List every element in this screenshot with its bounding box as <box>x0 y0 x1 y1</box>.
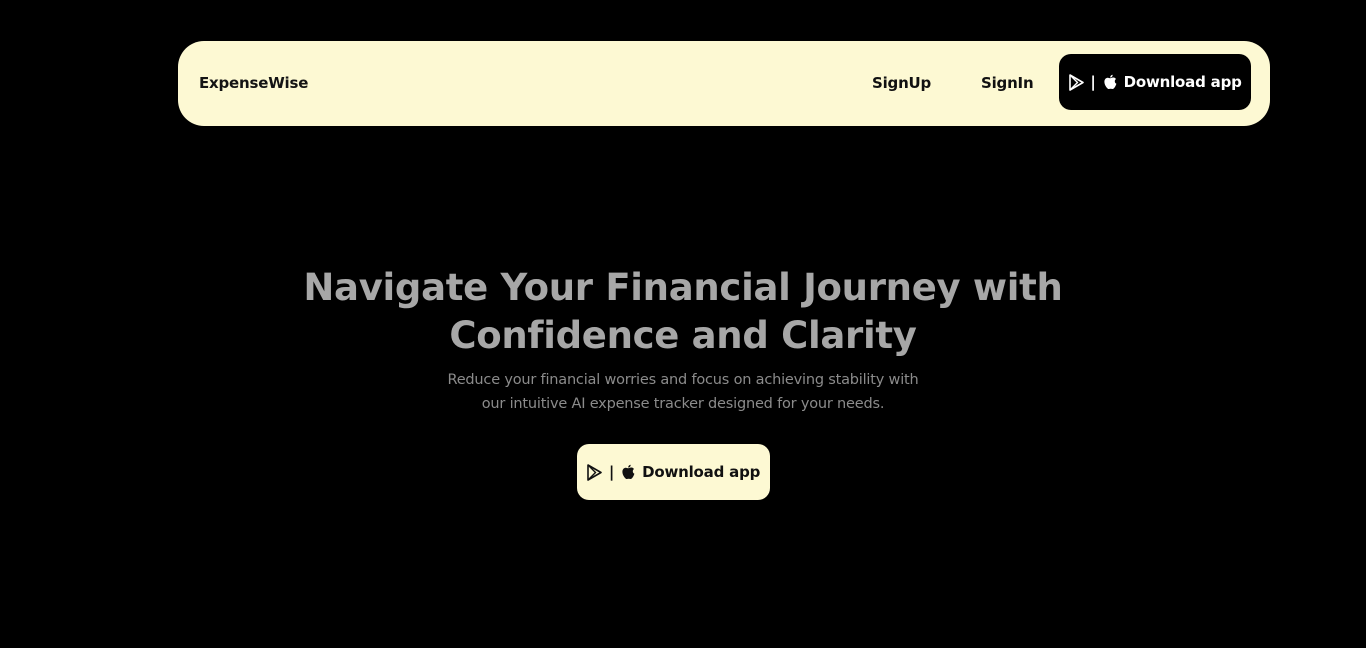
hero-subtitle-line-1: Reduce your financial worries and focus … <box>447 372 919 388</box>
navbar-download-label: Download app <box>1123 73 1242 91</box>
download-separator: | <box>1090 73 1096 91</box>
hero-subtitle-line-2: our intuitive AI expense tracker designe… <box>481 396 885 412</box>
google-play-icon <box>587 463 603 481</box>
signin-link[interactable]: SignIn <box>981 41 1034 126</box>
top-navbar: ExpenseWise SignUp SignIn | Download app <box>178 41 1270 126</box>
hero-title: Navigate Your Financial Journey with Con… <box>283 264 1083 360</box>
hero-title-line-2: Confidence and Clarity <box>449 314 917 357</box>
google-play-icon <box>1068 73 1084 91</box>
download-separator: | <box>608 463 615 481</box>
hero-subtitle: Reduce your financial worries and focus … <box>433 368 933 416</box>
signup-link[interactable]: SignUp <box>872 41 931 126</box>
navbar-download-app-button[interactable]: | Download app <box>1059 54 1251 110</box>
apple-icon <box>1102 73 1118 91</box>
hero-title-line-1: Navigate Your Financial Journey with <box>303 266 1063 309</box>
hero-download-app-button[interactable]: | Download app <box>577 444 770 500</box>
brand-logo-text[interactable]: ExpenseWise <box>199 41 308 126</box>
apple-icon <box>620 463 636 481</box>
hero-download-label: Download app <box>642 463 761 481</box>
